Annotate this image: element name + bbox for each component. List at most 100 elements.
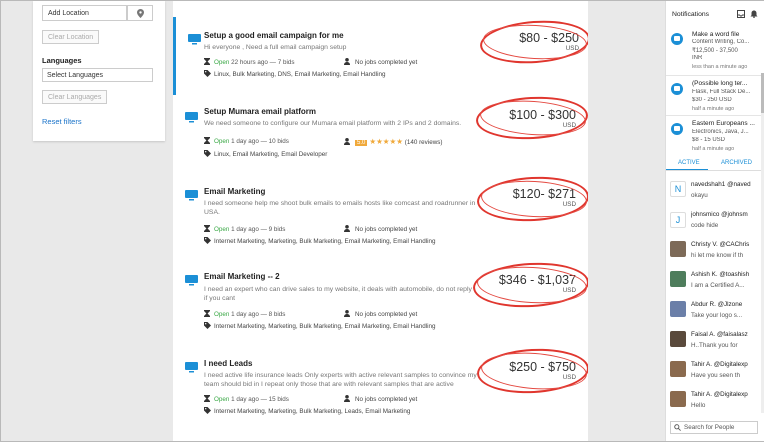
person-icon xyxy=(344,225,350,232)
job-meta: Open 1 day ago — 15 bids xyxy=(204,395,289,403)
job-age-bids: 1 day ago — 15 bids xyxy=(231,396,289,403)
languages-label: Languages xyxy=(42,56,82,65)
window-frame: Add Location Clear Location Languages Se… xyxy=(0,0,764,442)
tag-icon xyxy=(204,322,211,329)
tab-active[interactable]: ACTIVE xyxy=(678,160,700,166)
clear-location-button[interactable]: Clear Location xyxy=(42,30,100,44)
person-icon xyxy=(344,138,350,145)
monitor-icon xyxy=(188,34,201,45)
jobs-completed: No jobs completed yet xyxy=(344,58,417,66)
project-icon xyxy=(671,83,683,95)
avatar xyxy=(670,391,686,407)
jobs-completed-text: No jobs completed yet xyxy=(355,59,418,66)
contact-item[interactable]: Tahir A. @Digitalexp Have you seen th xyxy=(666,358,764,388)
job-tags: Linux, Bulk Marketing, DNS, Email Market… xyxy=(204,70,385,78)
contact-item[interactable]: Faisal A. @faisalasz H..Thank you for xyxy=(666,328,764,358)
job-age-bids: 1 day ago — 9 bids xyxy=(231,226,286,233)
hourglass-icon xyxy=(204,395,210,402)
contact-item[interactable]: Tahir A. @Digitalexp Hello xyxy=(666,388,764,418)
tag-icon xyxy=(204,237,211,244)
person-icon xyxy=(344,395,350,402)
notification-item[interactable]: Eastern Europeans ... Electronics, Java,… xyxy=(666,115,764,157)
notification-item[interactable]: (Possible long ter... Flask, Full Stack … xyxy=(666,75,764,116)
contact-item[interactable]: Christy V. @CAChris hi let me know if th xyxy=(666,238,764,268)
contact-name: Tahir A. @Digitalexp xyxy=(691,391,748,398)
monitor-icon xyxy=(185,190,198,201)
job-title[interactable]: Email Marketing xyxy=(204,187,265,196)
notification-skills: Electronics, Java, J... xyxy=(692,129,749,135)
avatar xyxy=(670,301,686,317)
location-input[interactable]: Add Location xyxy=(42,5,127,21)
notification-title: (Possible long ter... xyxy=(692,80,748,87)
contact-item[interactable]: N navedshah1 @naved okayu xyxy=(666,177,764,207)
people-search-input[interactable]: Search for People xyxy=(670,421,758,434)
notification-time: less than a minute ago xyxy=(692,64,748,70)
avatar: J xyxy=(670,212,686,228)
contact-name: Tahir A. @Digitalexp xyxy=(691,361,748,368)
job-status: Open xyxy=(214,59,230,66)
reset-filters-link[interactable]: Reset filters xyxy=(42,117,82,126)
job-title[interactable]: Email Marketing -- 2 xyxy=(204,272,280,281)
job-title[interactable]: I need Leads xyxy=(204,359,252,368)
tag-icon xyxy=(204,150,211,157)
inbox-icon[interactable] xyxy=(737,10,745,18)
notification-title: Make a word file xyxy=(692,31,740,38)
contact-last-message: Hello xyxy=(691,402,706,409)
contact-last-message: H..Thank you for xyxy=(691,342,738,349)
job-description: I need active life insurance leads Only … xyxy=(204,372,477,388)
notification-budget: ₹12,500 - 37,500 xyxy=(692,48,738,54)
jobs-completed-text: No jobs completed yet xyxy=(355,226,418,233)
contact-name: Faisal A. @faisalasz xyxy=(691,331,748,338)
filter-panel: Add Location Clear Location Languages Se… xyxy=(33,1,165,141)
avatar xyxy=(670,271,686,287)
tags-text: Internet Marketing, Marketing, Bulk Mark… xyxy=(214,323,436,330)
job-meta: Open 22 hours ago — 7 bids xyxy=(204,58,295,66)
languages-select[interactable]: Select Languages xyxy=(42,68,153,82)
message-tabs: ACTIVE ARCHIVED xyxy=(666,158,764,171)
notification-budget: $30 - 250 USD xyxy=(692,97,732,103)
contact-item[interactable]: Abdur R. @Jlzone Take your logo s... xyxy=(666,298,764,328)
clear-languages-button[interactable]: Clear Languages xyxy=(42,90,108,104)
tag-icon xyxy=(204,70,211,77)
hourglass-icon xyxy=(204,225,210,232)
contact-name: johnsmico @johnsm xyxy=(691,211,748,218)
job-age-bids: 22 hours ago — 7 bids xyxy=(231,59,295,66)
hourglass-icon xyxy=(204,137,210,144)
job-age-bids: 1 day ago — 10 bids xyxy=(231,138,289,145)
job-status: Open xyxy=(214,226,230,233)
contact-name: Ashish K. @toashish xyxy=(691,271,750,278)
job-status: Open xyxy=(214,138,230,145)
contact-item[interactable]: Ashish K. @toashish I am a Certified A..… xyxy=(666,268,764,298)
notification-time: half a minute ago xyxy=(692,106,735,112)
rating-stars: ★★★★★ xyxy=(369,137,403,146)
search-icon xyxy=(674,424,681,431)
notification-item[interactable]: Make a word file Content Writing, Co... … xyxy=(666,27,764,76)
person-icon xyxy=(344,58,350,65)
job-meta: Open 1 day ago — 10 bids xyxy=(204,137,289,145)
job-description: I need an expert who can drive sales to … xyxy=(204,286,472,302)
contact-name: Abdur R. @Jlzone xyxy=(691,301,743,308)
notifications-panel: Notifications Make a word file Content W… xyxy=(665,1,764,441)
job-description: I need someone help me shoot bulk emails… xyxy=(204,200,476,216)
bell-icon[interactable] xyxy=(750,10,758,18)
map-pin-icon xyxy=(137,9,144,18)
avatar xyxy=(670,361,686,377)
person-icon xyxy=(344,310,350,317)
job-title[interactable]: Setup Mumara email platform xyxy=(204,107,316,116)
project-icon xyxy=(671,33,683,45)
job-description: We need someone to configure our Mumara … xyxy=(204,120,462,127)
contact-last-message: Have you seen th xyxy=(691,372,741,379)
notification-skills: Flask, Full Stack De... xyxy=(692,89,751,95)
notification-skills: Content Writing, Co... xyxy=(692,39,750,45)
location-pin-button[interactable] xyxy=(127,5,153,21)
job-description: Hi everyone , Need a full email campaign… xyxy=(204,44,347,51)
job-list: Setup a good email campaign for me Hi ev… xyxy=(173,1,588,441)
tab-archived[interactable]: ARCHIVED xyxy=(721,160,752,166)
notification-budget: $8 - 15 USD xyxy=(692,137,726,143)
jobs-completed: No jobs completed yet xyxy=(344,310,417,318)
contact-last-message: code hide xyxy=(691,222,719,229)
hourglass-icon xyxy=(204,58,210,65)
contact-item[interactable]: J johnsmico @johnsm code hide xyxy=(666,208,764,238)
job-title[interactable]: Setup a good email campaign for me xyxy=(204,31,344,40)
notification-title: Eastern Europeans ... xyxy=(692,120,755,127)
